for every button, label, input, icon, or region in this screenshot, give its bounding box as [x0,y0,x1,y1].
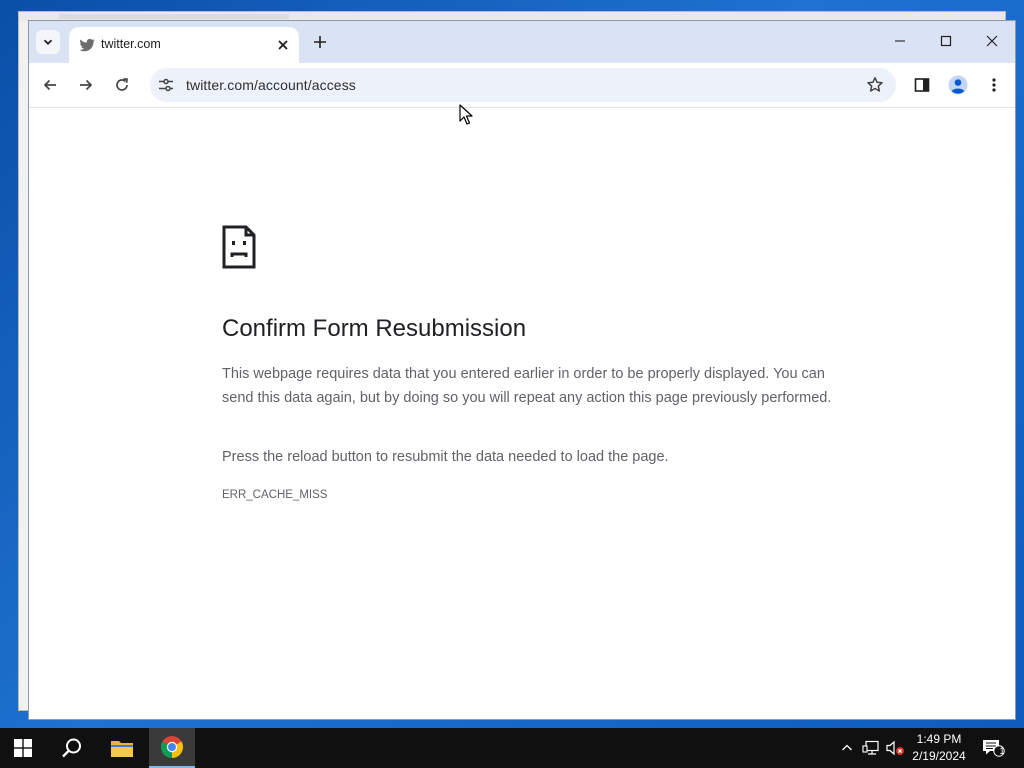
close-window-button[interactable] [969,21,1015,61]
search-button[interactable] [49,728,95,768]
forward-button[interactable] [74,73,98,97]
arrow-left-icon [43,79,56,91]
plus-icon[interactable] [310,32,330,52]
minimize-button[interactable] [877,21,923,61]
error-instruction: Press the reload button to resubmit the … [222,449,669,465]
network-button[interactable] [861,738,881,758]
reload-icon [116,78,128,91]
tray-overflow-button[interactable] [837,738,857,758]
close-icon[interactable] [275,37,291,53]
mouse-cursor-icon [459,104,473,125]
chevron-down-icon [43,39,53,45]
notification-count: 1 [999,746,1005,756]
maximize-icon [940,35,952,47]
menu-button[interactable] [982,73,1006,97]
action-center-button[interactable]: 1 [982,738,1006,758]
maximize-button[interactable] [923,21,969,61]
twitter-bird-icon [79,38,95,52]
error-description: This webpage requires data that you ente… [222,366,832,406]
start-button[interactable] [0,728,46,768]
chrome-taskbar-button[interactable] [149,728,195,768]
address-bar[interactable]: twitter.com/account/access [150,68,896,102]
sad-document-icon [222,225,256,269]
error-title: Confirm Form Resubmission [222,315,527,342]
error-code: ERR_CACHE_MISS [222,489,328,501]
tab-bar: twitter.com [29,21,1015,63]
back-button[interactable] [38,73,62,97]
windows-logo-icon [14,739,32,757]
star-icon[interactable] [866,76,884,94]
tune-icon[interactable] [158,77,174,93]
clock-time: 1:49 PM [916,732,962,746]
tab-twitter[interactable]: twitter.com [69,27,299,63]
clock-date: 2/19/2024 [912,749,966,763]
network-icon [862,740,879,755]
close-icon [986,35,998,47]
tab-search-button[interactable] [36,30,60,54]
toolbar: twitter.com/account/access [29,63,1015,108]
chevron-up-icon [842,744,852,751]
profile-icon [948,75,968,95]
folder-icon [111,741,133,757]
browser-window: twitter.com twitter.com/account/access C… [28,20,1016,720]
reload-button[interactable] [110,73,134,97]
side-panel-button[interactable] [910,73,934,97]
error-page: Confirm Form Resubmission This webpage r… [29,109,1015,719]
chrome-icon [161,736,183,758]
url-text[interactable]: twitter.com/account/access [186,77,356,93]
system-clock[interactable]: 1:49 PM 2/19/2024 [900,731,978,765]
file-explorer-button[interactable] [99,728,145,768]
kebab-menu-icon [992,78,996,92]
taskbar: 1:49 PM 2/19/2024 1 [0,728,1024,768]
side-panel-icon [914,78,930,92]
minimize-icon [895,40,905,42]
arrow-right-icon [80,79,93,91]
tab-title: twitter.com [101,37,161,51]
search-icon [62,738,81,758]
profile-button[interactable] [946,73,970,97]
